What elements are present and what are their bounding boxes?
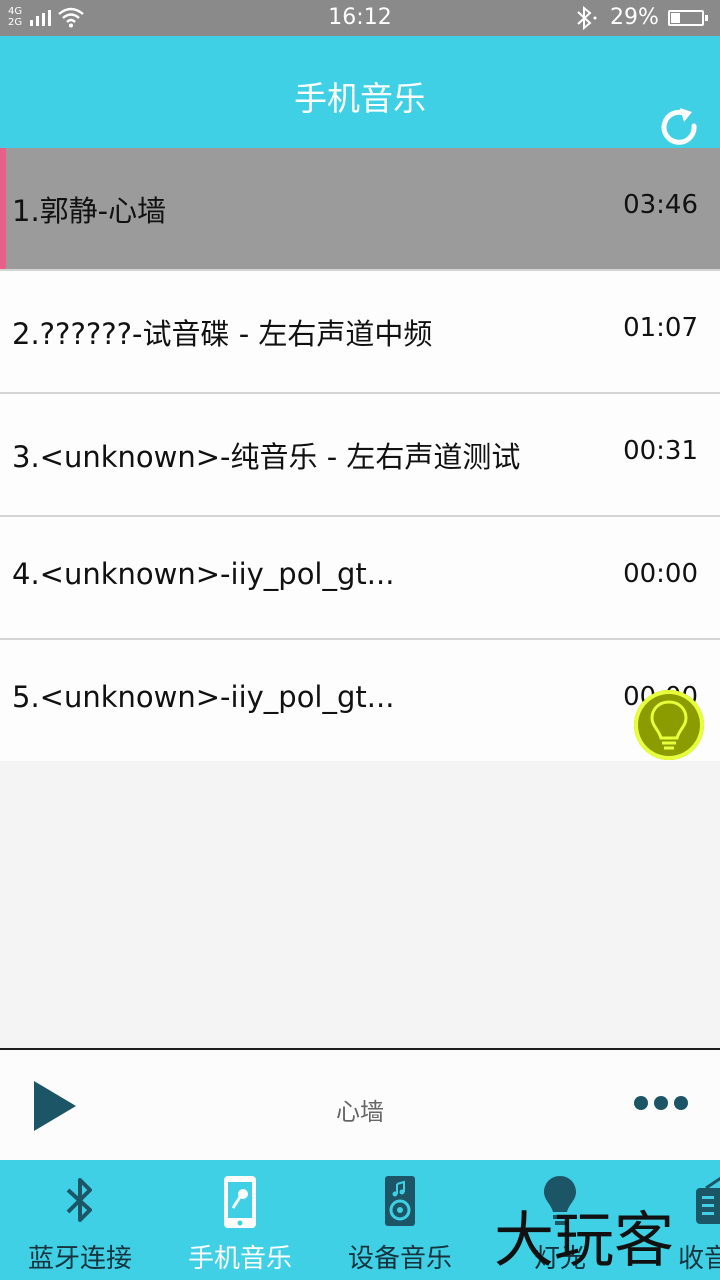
song-row-5[interactable]: 5.<unknown>-iiy_pol_gt... 00:00 xyxy=(0,640,720,761)
mini-player: 心墙 xyxy=(0,1048,720,1162)
battery-percent: 29% xyxy=(610,5,659,30)
watermark-text: 大玩客 xyxy=(494,1206,674,1276)
battery-icon xyxy=(668,10,708,26)
tab-label: 设备音乐 xyxy=(347,1244,452,1274)
tab-device-music[interactable]: 设备音乐 xyxy=(320,1160,480,1280)
phone-music-icon xyxy=(224,1176,256,1228)
song-title: 3.<unknown>-纯音乐 - 左右声道测试 xyxy=(12,440,521,474)
song-title: 5.<unknown>-iiy_pol_gt... xyxy=(12,680,395,714)
song-title: 1.郭静-心墙 xyxy=(12,194,167,228)
speaker-icon xyxy=(385,1176,415,1226)
song-duration: 01:07 xyxy=(623,313,698,343)
tab-bluetooth[interactable]: 蓝牙连接 xyxy=(0,1160,160,1280)
playing-marker xyxy=(0,148,6,269)
song-duration: 00:31 xyxy=(623,436,698,466)
tab-label: 蓝牙连接 xyxy=(27,1244,132,1274)
song-row-1[interactable]: 1.郭静-心墙 03:46 xyxy=(0,148,720,271)
page-title: 手机音乐 xyxy=(294,79,426,118)
tab-label: 收音 xyxy=(678,1244,720,1274)
song-duration: 03:46 xyxy=(623,190,698,220)
song-list: 1.郭静-心墙 03:46 2.??????-试音碟 - 左右声道中频 01:0… xyxy=(0,148,720,761)
song-title: 4.<unknown>-iiy_pol_gt... xyxy=(12,557,395,591)
floating-light-button[interactable] xyxy=(634,690,704,760)
song-row-3[interactable]: 3.<unknown>-纯音乐 - 左右声道测试 00:31 xyxy=(0,394,720,517)
song-row-4[interactable]: 4.<unknown>-iiy_pol_gt... 00:00 xyxy=(0,517,720,640)
status-bar: 4G 2G 16:12 29% xyxy=(0,0,720,36)
song-title: 2.??????-试音碟 - 左右声道中频 xyxy=(12,317,433,351)
bluetooth-status-icon xyxy=(577,6,597,30)
tab-label: 手机音乐 xyxy=(187,1244,292,1274)
tab-phone-music[interactable]: 手机音乐 xyxy=(160,1160,320,1280)
more-options-icon[interactable] xyxy=(634,1096,690,1112)
refresh-icon[interactable] xyxy=(656,104,704,152)
song-duration: 00:00 xyxy=(623,559,698,589)
bulb-icon xyxy=(650,700,688,750)
bluetooth-icon xyxy=(66,1178,92,1222)
song-row-2[interactable]: 2.??????-试音碟 - 左右声道中频 01:07 xyxy=(0,271,720,394)
radio-icon xyxy=(696,1176,720,1224)
app-header: 手机音乐 xyxy=(0,36,720,148)
now-playing-title: 心墙 xyxy=(336,1098,384,1126)
